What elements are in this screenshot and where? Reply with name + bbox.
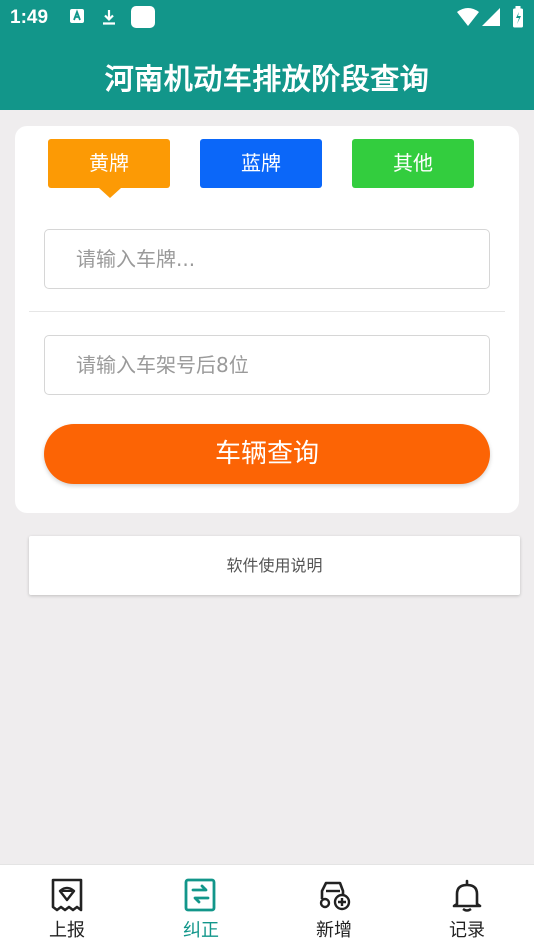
nav-label-records: 记录 bbox=[449, 920, 485, 941]
signal-icon bbox=[482, 8, 500, 30]
nav-label-report: 上报 bbox=[49, 920, 85, 941]
page-title: 河南机动车排放阶段查询 bbox=[104, 62, 430, 96]
plate-number-input[interactable] bbox=[44, 229, 490, 289]
nav-item-add[interactable]: 新增 bbox=[267, 865, 401, 951]
status-time: 1:49 bbox=[10, 7, 49, 28]
vehicle-query-button[interactable]: 车辆查询 bbox=[44, 424, 490, 484]
query-card: 黄牌 蓝牌 其他 车辆查询 bbox=[15, 126, 519, 513]
accessibility-icon bbox=[69, 8, 85, 28]
usage-instructions-button[interactable]: 软件使用说明 bbox=[29, 536, 520, 595]
tab-other-plate[interactable]: 其他 bbox=[352, 139, 474, 188]
selected-tab-indicator bbox=[99, 188, 121, 198]
tab-blue-plate[interactable]: 蓝牌 bbox=[200, 139, 322, 188]
nav-item-records[interactable]: 记录 bbox=[400, 865, 534, 951]
status-bar: 1:49 bbox=[0, 0, 534, 36]
bottom-nav: 上报 纠正 新增 记录 bbox=[0, 864, 534, 951]
nav-item-correct[interactable]: 纠正 bbox=[134, 865, 268, 951]
battery-icon bbox=[512, 6, 524, 32]
nav-item-report[interactable]: 上报 bbox=[0, 865, 134, 951]
wifi-icon bbox=[457, 8, 479, 30]
download-icon bbox=[100, 8, 118, 30]
app-bar: 河南机动车排放阶段查询 bbox=[0, 36, 534, 110]
vin-input[interactable] bbox=[44, 335, 490, 395]
tab-yellow-plate[interactable]: 黄牌 bbox=[48, 139, 170, 188]
nav-label-add: 新增 bbox=[316, 920, 352, 941]
correct-icon bbox=[183, 877, 219, 913]
add-vehicle-icon bbox=[316, 877, 352, 913]
app-notification-icon bbox=[131, 6, 155, 32]
report-icon bbox=[49, 877, 85, 913]
divider bbox=[29, 311, 505, 312]
nav-label-correct: 纠正 bbox=[183, 920, 219, 941]
bell-icon bbox=[449, 877, 485, 913]
